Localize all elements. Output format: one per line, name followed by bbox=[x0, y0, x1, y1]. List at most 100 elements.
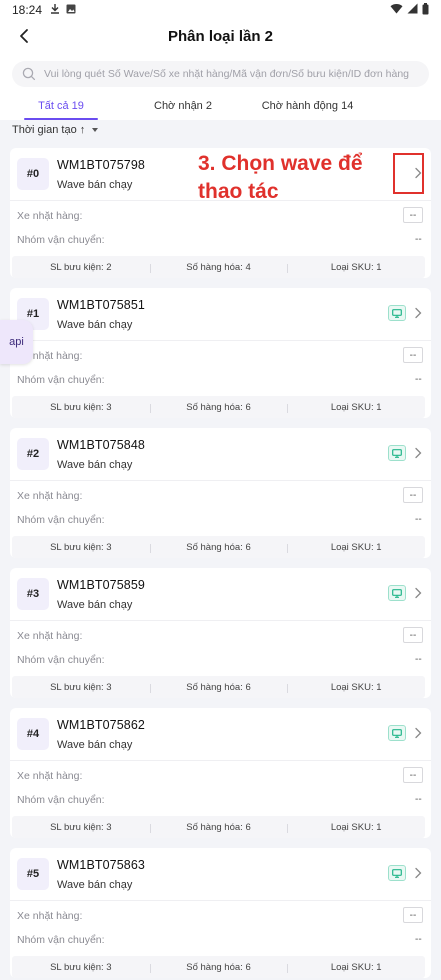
wave-detail-chevron[interactable] bbox=[412, 586, 424, 600]
sku-count-label: Loại SKU: bbox=[330, 541, 374, 553]
goods-count-value: 6 bbox=[245, 401, 251, 413]
parcel-count: SL bưu kiện: 3 bbox=[12, 542, 150, 553]
picking-cart-value[interactable]: -- bbox=[403, 347, 423, 363]
goods-count: Số hàng hóa: 6 bbox=[149, 961, 288, 973]
parcel-count-value: 3 bbox=[106, 961, 112, 973]
sku-count-value: 1 bbox=[376, 681, 382, 693]
goods-count-label: Số hàng hóa: bbox=[186, 541, 243, 553]
card-divider bbox=[10, 760, 431, 761]
sku-count-value: 1 bbox=[376, 961, 382, 973]
parcel-count-label: SL bưu kiện: bbox=[50, 541, 104, 553]
goods-count: Số hàng hóa: 4 bbox=[149, 261, 288, 273]
wave-detail-chevron[interactable] bbox=[412, 866, 424, 880]
tab-all-label: Tất cả 19 bbox=[38, 100, 84, 112]
wave-stats: SL bưu kiện: 3 Số hàng hóa: 6 Loại SKU: … bbox=[12, 816, 425, 838]
parcel-count: SL bưu kiện: 3 bbox=[12, 682, 150, 693]
chevron-right-icon bbox=[415, 587, 422, 599]
wave-type: Wave bán chạy bbox=[57, 739, 133, 751]
shipping-group-label: Nhóm vận chuyển: bbox=[17, 934, 105, 946]
wifi-icon bbox=[390, 3, 403, 17]
dropdown-caret-icon bbox=[92, 128, 99, 132]
picking-cart-value[interactable]: -- bbox=[403, 627, 423, 643]
sort-filter[interactable]: Thời gian tạo ↑ bbox=[12, 124, 99, 136]
wave-card[interactable]: #1 WM1BT075851 Wave bán chạy Xe nhặt hàn… bbox=[10, 288, 431, 418]
goods-count-value: 6 bbox=[245, 541, 251, 553]
wave-detail-chevron[interactable] bbox=[412, 306, 424, 320]
picking-cart-value[interactable]: -- bbox=[403, 767, 423, 783]
battery-icon bbox=[422, 2, 429, 18]
sku-count-value: 1 bbox=[376, 401, 382, 413]
monitor-device-badge[interactable] bbox=[388, 445, 406, 461]
wave-type: Wave bán chạy bbox=[57, 459, 133, 471]
shipping-group-value: -- bbox=[415, 374, 422, 385]
sku-count: Loại SKU: 1 bbox=[287, 822, 425, 833]
chevron-right-icon bbox=[415, 447, 422, 459]
parcel-count: SL bưu kiện: 3 bbox=[12, 822, 150, 833]
monitor-icon bbox=[392, 588, 402, 598]
top-app-bar: Phân loại lần 2 bbox=[0, 20, 441, 52]
search-bar-container bbox=[0, 52, 441, 92]
parcel-count: SL bưu kiện: 3 bbox=[12, 962, 150, 973]
picking-cart-label: Xe nhặt hàng: bbox=[17, 770, 83, 782]
image-notification-icon bbox=[66, 4, 76, 17]
wave-card[interactable]: #3 WM1BT075859 Wave bán chạy Xe nhặt hàn… bbox=[10, 568, 431, 698]
wave-stats: SL bưu kiện: 3 Số hàng hóa: 6 Loại SKU: … bbox=[12, 956, 425, 978]
tab-waiting-receive[interactable]: Chờ nhận 2 bbox=[122, 92, 244, 120]
monitor-device-badge[interactable] bbox=[388, 865, 406, 881]
chevron-right-icon bbox=[415, 727, 422, 739]
picking-cart-value[interactable]: -- bbox=[403, 207, 423, 223]
picking-cart-label: Xe nhặt hàng: bbox=[17, 490, 83, 502]
shipping-group-label: Nhóm vận chuyển: bbox=[17, 234, 105, 246]
search-input[interactable] bbox=[44, 68, 414, 80]
tab-waiting-action[interactable]: Chờ hành động 14 bbox=[244, 92, 371, 120]
wave-code: WM1BT075859 bbox=[57, 578, 145, 592]
back-button[interactable] bbox=[12, 24, 36, 48]
goods-count-label: Số hàng hóa: bbox=[186, 681, 243, 693]
sku-count: Loại SKU: 1 bbox=[287, 262, 425, 273]
wave-code: WM1BT075798 bbox=[57, 158, 145, 172]
wave-index-badge: #2 bbox=[17, 438, 49, 470]
monitor-device-badge[interactable] bbox=[388, 585, 406, 601]
wave-card[interactable]: #2 WM1BT075848 Wave bán chạy Xe nhặt hàn… bbox=[10, 428, 431, 558]
parcel-count-value: 3 bbox=[106, 541, 112, 553]
wave-index-badge: #4 bbox=[17, 718, 49, 750]
parcel-count-value: 3 bbox=[106, 821, 112, 833]
goods-count-value: 6 bbox=[245, 961, 251, 973]
parcel-count-label: SL bưu kiện: bbox=[50, 961, 104, 973]
goods-count-value: 6 bbox=[245, 681, 251, 693]
goods-count-label: Số hàng hóa: bbox=[186, 401, 243, 413]
goods-count: Số hàng hóa: 6 bbox=[149, 541, 288, 553]
monitor-device-badge[interactable] bbox=[388, 305, 406, 321]
wave-code: WM1BT075851 bbox=[57, 298, 145, 312]
monitor-icon bbox=[392, 868, 402, 878]
status-time: 18:24 bbox=[12, 3, 43, 17]
picking-cart-value[interactable]: -- bbox=[403, 907, 423, 923]
wave-card[interactable]: #5 WM1BT075863 Wave bán chạy Xe nhặt hàn… bbox=[10, 848, 431, 978]
sku-count-label: Loại SKU: bbox=[330, 401, 374, 413]
goods-count: Số hàng hóa: 6 bbox=[149, 681, 288, 693]
sku-count: Loại SKU: 1 bbox=[287, 402, 425, 413]
api-floating-button[interactable]: api bbox=[0, 320, 33, 364]
shipping-group-value: -- bbox=[415, 234, 422, 245]
tab-all[interactable]: Tất cả 19 bbox=[0, 92, 122, 120]
search-box[interactable] bbox=[12, 61, 429, 87]
sku-count-label: Loại SKU: bbox=[330, 821, 374, 833]
wave-card[interactable]: #4 WM1BT075862 Wave bán chạy Xe nhặt hàn… bbox=[10, 708, 431, 838]
wave-detail-chevron[interactable] bbox=[412, 446, 424, 460]
wave-stats: SL bưu kiện: 3 Số hàng hóa: 6 Loại SKU: … bbox=[12, 536, 425, 558]
tutorial-highlight-box bbox=[393, 153, 424, 194]
goods-count-label: Số hàng hóa: bbox=[186, 261, 243, 273]
status-bar: 18:24 bbox=[0, 0, 441, 20]
card-divider bbox=[10, 480, 431, 481]
shipping-group-value: -- bbox=[415, 514, 422, 525]
sku-count-value: 1 bbox=[376, 541, 382, 553]
active-tab-indicator bbox=[24, 118, 98, 120]
parcel-count-value: 2 bbox=[106, 261, 112, 273]
goods-count: Số hàng hóa: 6 bbox=[149, 822, 288, 833]
wave-detail-chevron[interactable] bbox=[412, 726, 424, 740]
wave-stats: SL bưu kiện: 3 Số hàng hóa: 6 Loại SKU: … bbox=[12, 396, 425, 418]
picking-cart-label: Xe nhặt hàng: bbox=[17, 910, 83, 922]
monitor-device-badge[interactable] bbox=[388, 725, 406, 741]
picking-cart-value[interactable]: -- bbox=[403, 487, 423, 503]
sku-count-value: 1 bbox=[376, 821, 382, 833]
